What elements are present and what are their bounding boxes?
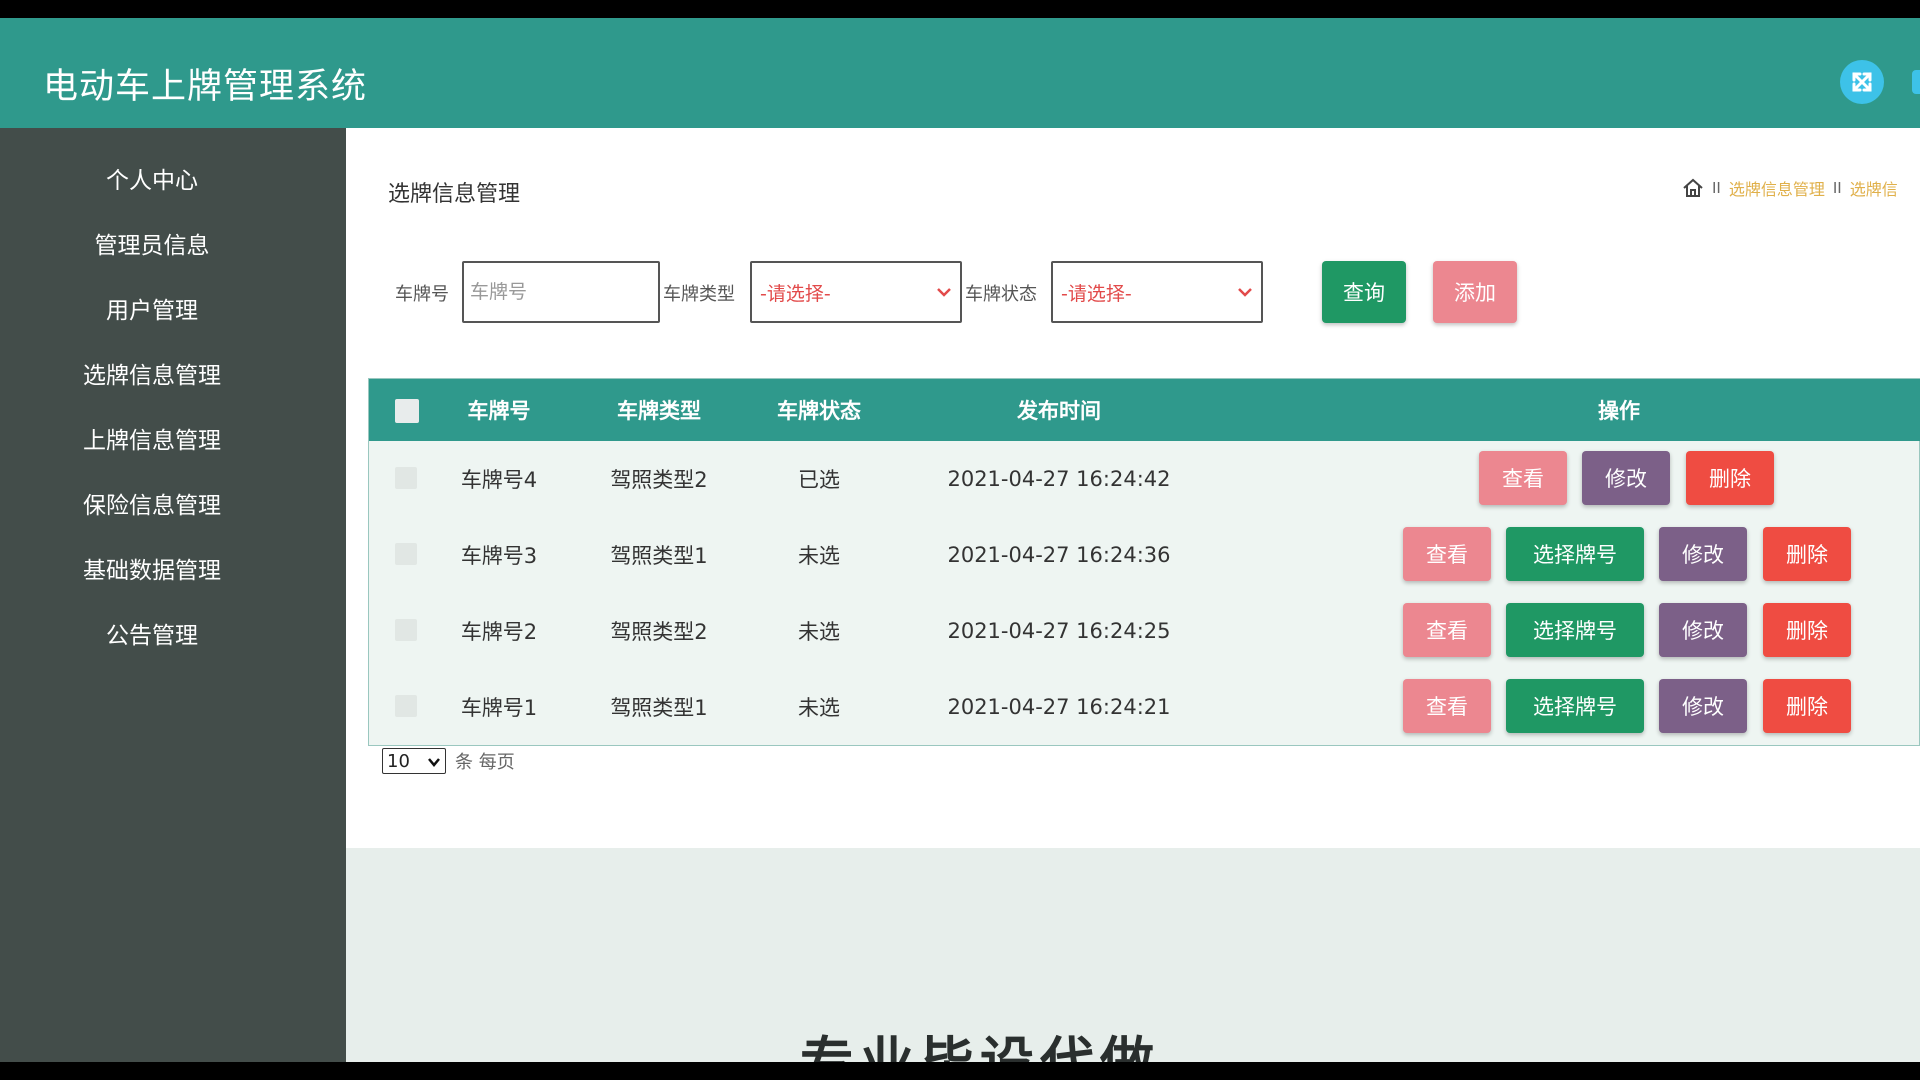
sidebar-item-basic-data[interactable]: 基础数据管理 [0, 543, 304, 593]
app-frame: 电动车上牌管理系统 个人中心 管理员信息 用户管理 选牌信息管理 上牌信息管理 … [0, 18, 1920, 1062]
fullscreen-icon [1852, 72, 1872, 92]
select-all-checkbox[interactable] [395, 399, 419, 423]
cell-type: 驾照类型1 [610, 696, 708, 720]
table-row: 车牌号3 驾照类型1 未选 2021-04-27 16:24:36 查看 选择牌… [369, 517, 1920, 593]
chevron-down-icon [428, 758, 440, 767]
select-plate-button[interactable]: 选择牌号 [1506, 679, 1644, 733]
header-edge-control[interactable] [1912, 70, 1920, 94]
row-checkbox[interactable] [395, 619, 417, 641]
delete-button[interactable]: 删除 [1686, 451, 1774, 505]
edit-button[interactable]: 修改 [1659, 603, 1747, 657]
sidebar-item-admin-info[interactable]: 管理员信息 [0, 218, 304, 268]
view-button[interactable]: 查看 [1479, 451, 1567, 505]
page-size-select[interactable]: 10 [382, 748, 446, 774]
plate-status-label: 车牌状态 [965, 284, 1037, 305]
watermark-text: 专业毕设代做 [800, 1018, 1160, 1062]
row-checkbox[interactable] [395, 467, 417, 489]
column-header-status: 车牌状态 [777, 399, 861, 423]
select-plate-button[interactable]: 选择牌号 [1506, 603, 1644, 657]
cell-type: 驾照类型2 [610, 468, 708, 492]
cell-type: 驾照类型1 [610, 544, 708, 568]
row-checkbox[interactable] [395, 543, 417, 565]
edit-button[interactable]: 修改 [1659, 679, 1747, 733]
column-header-time: 发布时间 [1017, 399, 1101, 423]
table-row: 车牌号4 驾照类型2 已选 2021-04-27 16:24:42 查看 修改 … [369, 441, 1920, 517]
table-row: 车牌号2 驾照类型2 未选 2021-04-27 16:24:25 查看 选择牌… [369, 593, 1920, 669]
view-button[interactable]: 查看 [1403, 679, 1491, 733]
sidebar-item-announcements[interactable]: 公告管理 [0, 608, 304, 658]
page-title: 选牌信息管理 [388, 182, 521, 207]
query-button[interactable]: 查询 [1322, 261, 1406, 323]
plate-status-select[interactable]: -请选择- [1051, 261, 1263, 323]
row-checkbox[interactable] [395, 695, 417, 717]
chevron-down-icon [937, 288, 951, 297]
plate-selection-table: 车牌号 车牌类型 车牌状态 发布时间 操作 车牌号4 驾照类型2 已选 2021… [368, 378, 1920, 746]
cell-plate: 车牌号2 [460, 620, 538, 644]
sidebar-item-insurance[interactable]: 保险信息管理 [0, 478, 304, 528]
cell-plate: 车牌号3 [460, 544, 538, 568]
sidebar: 个人中心 管理员信息 用户管理 选牌信息管理 上牌信息管理 保险信息管理 基础数… [0, 128, 346, 1062]
page-size-value: 10 [387, 750, 410, 772]
column-header-type: 车牌类型 [617, 399, 701, 423]
cell-time: 2021-04-27 16:24:21 [947, 695, 1171, 719]
plate-type-selected-value: -请选择- [760, 282, 831, 305]
fullscreen-button[interactable] [1840, 60, 1884, 104]
view-button[interactable]: 查看 [1403, 603, 1491, 657]
delete-button[interactable]: 删除 [1763, 679, 1851, 733]
chevron-down-icon [1238, 288, 1252, 297]
cell-status: 未选 [798, 696, 840, 720]
cell-status: 未选 [798, 620, 840, 644]
column-header-actions: 操作 [1598, 399, 1640, 423]
cell-plate: 车牌号4 [460, 468, 538, 492]
cell-plate: 车牌号1 [460, 696, 538, 720]
delete-button[interactable]: 删除 [1763, 527, 1851, 581]
cell-time: 2021-04-27 16:24:25 [947, 619, 1171, 643]
sidebar-item-personal-center[interactable]: 个人中心 [0, 153, 304, 203]
breadcrumb-item-plate-selection[interactable]: 选牌信息管理 [1729, 176, 1825, 200]
cell-status: 已选 [798, 468, 840, 492]
plate-number-input[interactable] [462, 261, 660, 323]
table-header: 车牌号 车牌类型 车牌状态 发布时间 操作 [369, 379, 1920, 441]
plate-type-select[interactable]: -请选择- [750, 261, 962, 323]
delete-button[interactable]: 删除 [1763, 603, 1851, 657]
cell-type: 驾照类型2 [610, 620, 708, 644]
sidebar-item-plate-registration[interactable]: 上牌信息管理 [0, 413, 304, 463]
edit-button[interactable]: 修改 [1659, 527, 1747, 581]
breadcrumb-item-current[interactable]: 选牌信 [1850, 176, 1898, 200]
view-button[interactable]: 查看 [1403, 527, 1491, 581]
cell-time: 2021-04-27 16:24:36 [947, 543, 1171, 567]
cell-time: 2021-04-27 16:24:42 [947, 467, 1171, 491]
home-icon[interactable] [1682, 177, 1704, 199]
app-title: 电动车上牌管理系统 [43, 67, 368, 107]
sidebar-item-user-management[interactable]: 用户管理 [0, 283, 304, 333]
plate-status-selected-value: -请选择- [1061, 282, 1132, 305]
column-header-plate: 车牌号 [467, 399, 531, 423]
sidebar-item-plate-selection[interactable]: 选牌信息管理 [0, 348, 304, 398]
edit-button[interactable]: 修改 [1582, 451, 1670, 505]
breadcrumb-separator: II [1712, 179, 1721, 197]
cell-status: 未选 [798, 544, 840, 568]
per-page-label: 条 每页 [455, 752, 515, 773]
add-button[interactable]: 添加 [1433, 261, 1517, 323]
plate-number-label: 车牌号 [395, 284, 449, 305]
top-header: 电动车上牌管理系统 [0, 18, 1920, 128]
select-plate-button[interactable]: 选择牌号 [1506, 527, 1644, 581]
breadcrumb-separator: II [1832, 179, 1842, 197]
table-row: 车牌号1 驾照类型1 未选 2021-04-27 16:24:21 查看 选择牌… [369, 669, 1920, 745]
plate-type-label: 车牌类型 [663, 284, 735, 305]
breadcrumb: II 选牌信息管理 II 选牌信 [1682, 174, 1898, 202]
